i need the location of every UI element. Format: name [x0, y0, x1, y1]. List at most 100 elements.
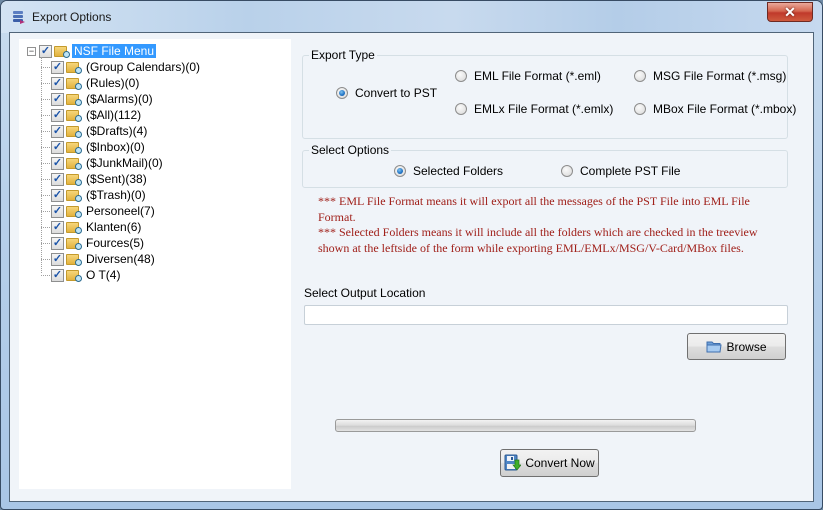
export-type-group: Export Type Convert to PST EML File Form… — [302, 48, 796, 139]
tree-item-checkbox[interactable]: ✓ — [51, 252, 64, 266]
radio-button-checked[interactable] — [336, 87, 348, 99]
close-icon: ✕ — [784, 4, 796, 20]
select-options-title: Select Options — [309, 143, 392, 157]
tree-item-label[interactable]: (Rules)(0) — [84, 76, 141, 90]
tree-item-label[interactable]: O T(4) — [84, 268, 122, 282]
title-bar[interactable]: Export Options ✕ — [1, 1, 822, 33]
tree-item-label[interactable]: ($Alarms)(0) — [84, 92, 155, 106]
tree-item-label[interactable]: ($Trash)(0) — [84, 188, 148, 202]
select-options-group: Select Options Selected Folders Complete… — [302, 143, 788, 188]
radio-emlx-format[interactable]: EMLx File Format (*.emlx) — [455, 102, 613, 116]
radio-button[interactable] — [634, 70, 646, 82]
check-icon: ✓ — [52, 172, 63, 185]
tree-item-label[interactable]: Fources(5) — [84, 236, 146, 250]
tree-item-label[interactable]: ($Drafts)(4) — [84, 124, 149, 138]
folder-search-icon — [66, 205, 82, 218]
check-icon: ✓ — [52, 60, 63, 73]
tree-item[interactable]: ✓ ($Sent)(38) — [41, 171, 202, 187]
check-icon: ✓ — [52, 124, 63, 137]
tree-item-checkbox[interactable]: ✓ — [51, 188, 64, 202]
tree-item-checkbox[interactable]: ✓ — [51, 156, 64, 170]
tree-item-checkbox[interactable]: ✓ — [51, 124, 64, 138]
save-download-icon — [504, 454, 522, 471]
dialog-body: − ✓ NSF File Menu ✓ (Group Calendars)(0) … — [9, 32, 814, 502]
tree-item[interactable]: ✓ ($Alarms)(0) — [41, 91, 202, 107]
folder-search-icon — [66, 125, 82, 138]
tree-item-checkbox[interactable]: ✓ — [51, 268, 64, 282]
radio-selected-folders[interactable]: Selected Folders — [394, 164, 503, 178]
tree-item[interactable]: ✓ (Group Calendars)(0) — [41, 59, 202, 75]
note-selected-folders: *** Selected Folders means it will inclu… — [318, 225, 758, 255]
folder-search-icon — [66, 61, 82, 74]
tree-item-checkbox[interactable]: ✓ — [51, 236, 64, 250]
radio-mbox-format[interactable]: MBox File Format (*.mbox) — [634, 102, 796, 116]
note-eml-format: *** EML File Format means it will export… — [318, 194, 750, 224]
tree-root-node[interactable]: − ✓ NSF File Menu — [27, 43, 157, 59]
radio-label: MBox File Format (*.mbox) — [653, 102, 797, 116]
tree-item[interactable]: ✓ ($All)(112) — [41, 107, 202, 123]
browse-button[interactable]: Browse — [687, 333, 786, 360]
export-progress-bar — [335, 419, 696, 432]
tree-item[interactable]: ✓ (Rules)(0) — [41, 75, 202, 91]
tree-item[interactable]: ✓ Fources(5) — [41, 235, 202, 251]
radio-eml-format[interactable]: EML File Format (*.eml) — [455, 69, 601, 83]
output-location-input[interactable] — [304, 305, 788, 325]
tree-item-checkbox[interactable]: ✓ — [51, 172, 64, 186]
tree-item-checkbox[interactable]: ✓ — [51, 220, 64, 234]
folder-search-icon — [66, 173, 82, 186]
radio-label: Complete PST File — [580, 164, 681, 178]
folder-search-icon — [66, 221, 82, 234]
tree-item-label[interactable]: Klanten(6) — [84, 220, 143, 234]
tree-item-checkbox[interactable]: ✓ — [51, 204, 64, 218]
check-icon: ✓ — [52, 268, 63, 281]
tree-item-label[interactable]: ($Inbox)(0) — [84, 140, 147, 154]
radio-convert-to-pst[interactable]: Convert to PST — [336, 86, 437, 100]
tree-item-label[interactable]: ($All)(112) — [84, 108, 143, 122]
folder-search-icon — [66, 77, 82, 90]
tree-item[interactable]: ✓ O T(4) — [41, 267, 202, 283]
tree-item-checkbox[interactable]: ✓ — [51, 140, 64, 154]
radio-button[interactable] — [561, 165, 573, 177]
tree-item-checkbox[interactable]: ✓ — [51, 76, 64, 90]
radio-button[interactable] — [455, 103, 467, 115]
tree-item-label[interactable]: ($JunkMail)(0) — [84, 156, 165, 170]
radio-complete-pst[interactable]: Complete PST File — [561, 164, 680, 178]
tree-item-label[interactable]: ($Sent)(38) — [84, 172, 149, 186]
tree-item[interactable]: ✓ ($Drafts)(4) — [41, 123, 202, 139]
tree-item[interactable]: ✓ ($Inbox)(0) — [41, 139, 202, 155]
folder-search-icon — [66, 269, 82, 282]
check-icon: ✓ — [52, 92, 63, 105]
tree-item[interactable]: ✓ ($JunkMail)(0) — [41, 155, 202, 171]
convert-now-label: Convert Now — [525, 456, 595, 470]
folder-search-icon — [66, 109, 82, 122]
tree-item-label[interactable]: Personeel(7) — [84, 204, 157, 218]
folder-search-icon — [66, 93, 82, 106]
tree-item-checkbox[interactable]: ✓ — [51, 108, 64, 122]
radio-button[interactable] — [455, 70, 467, 82]
close-button[interactable]: ✕ — [767, 2, 813, 22]
check-icon: ✓ — [52, 252, 63, 265]
radio-label: Selected Folders — [413, 164, 504, 178]
tree-root-checkbox[interactable]: ✓ — [39, 44, 52, 58]
tree-item[interactable]: ✓ Diversen(48) — [41, 251, 202, 267]
tree-item-label[interactable]: (Group Calendars)(0) — [84, 60, 202, 74]
app-icon — [13, 11, 25, 24]
folder-search-icon — [66, 253, 82, 266]
convert-now-button[interactable]: Convert Now — [500, 449, 599, 477]
tree-item[interactable]: ✓ Klanten(6) — [41, 219, 202, 235]
browse-button-label: Browse — [726, 339, 767, 354]
tree-item-label[interactable]: Diversen(48) — [84, 252, 157, 266]
radio-button-checked[interactable] — [394, 165, 406, 177]
collapse-icon[interactable]: − — [27, 46, 36, 56]
check-icon: ✓ — [52, 236, 63, 249]
folder-treeview[interactable]: − ✓ NSF File Menu ✓ (Group Calendars)(0) … — [19, 39, 291, 489]
radio-button[interactable] — [634, 103, 646, 115]
tree-item-checkbox[interactable]: ✓ — [51, 92, 64, 106]
tree-item-checkbox[interactable]: ✓ — [51, 60, 64, 74]
tree-root-label[interactable]: NSF File Menu — [72, 44, 157, 58]
folder-search-icon — [66, 189, 82, 202]
folder-search-icon — [66, 157, 82, 170]
radio-msg-format[interactable]: MSG File Format (*.msg) — [634, 69, 786, 83]
tree-item[interactable]: ✓ Personeel(7) — [41, 203, 202, 219]
tree-item[interactable]: ✓ ($Trash)(0) — [41, 187, 202, 203]
